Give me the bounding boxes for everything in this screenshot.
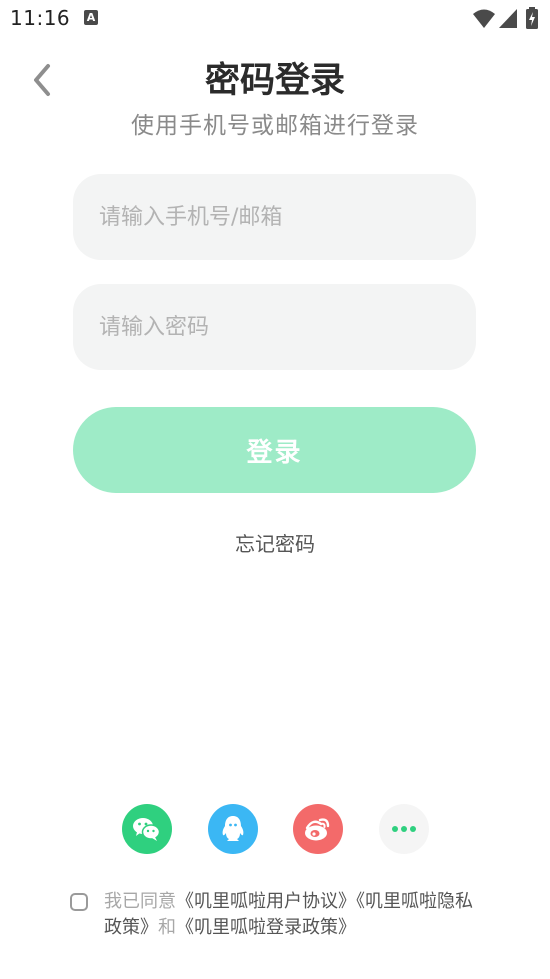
wechat-icon	[133, 818, 161, 841]
a-letter-icon: A	[84, 10, 98, 25]
status-time: 11:16	[10, 6, 71, 30]
login-button[interactable]: 登录	[73, 407, 476, 493]
more-dots-icon	[392, 826, 416, 832]
signal-icon	[499, 9, 517, 28]
agreement-text: 我已同意《叽里呱啦用户协议》《叽里呱啦隐私政策》和《叽里呱啦登录政策》	[104, 889, 484, 941]
agreement-checkbox[interactable]	[70, 893, 88, 911]
weibo-login-button[interactable]	[293, 804, 343, 854]
wifi-icon	[473, 9, 495, 28]
password-input[interactable]	[73, 284, 476, 370]
social-login-row	[0, 804, 550, 854]
battery-charging-icon	[526, 7, 538, 29]
agreement-joiner: 和	[158, 917, 176, 938]
page-subtitle: 使用手机号或邮箱进行登录	[131, 113, 419, 139]
more-login-button[interactable]	[379, 804, 429, 854]
agreement-prefix: 我已同意	[104, 891, 176, 912]
qq-icon	[222, 816, 244, 841]
qq-login-button[interactable]	[208, 804, 258, 854]
status-bar: 11:16 A	[0, 0, 550, 38]
weibo-icon	[305, 818, 330, 841]
forgot-password-link[interactable]: 忘记密码	[0, 528, 550, 557]
user-agreement-link[interactable]: 《叽里呱啦用户协议》	[176, 891, 356, 912]
phone-email-input[interactable]	[73, 174, 476, 260]
login-policy-link[interactable]: 《叽里呱啦登录政策》	[176, 917, 356, 938]
wechat-login-button[interactable]	[122, 804, 172, 854]
page-title: 密码登录	[204, 61, 345, 101]
